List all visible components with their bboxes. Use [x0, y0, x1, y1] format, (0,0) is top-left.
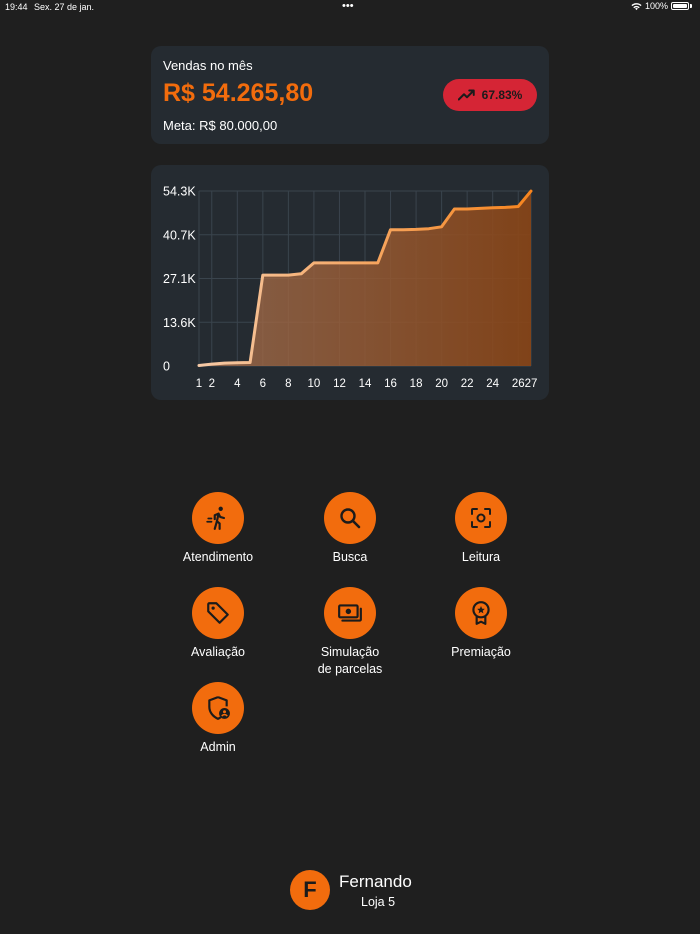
x-tick-label: 22	[461, 378, 474, 390]
menu-item-premiacao[interactable]: Premiação	[421, 587, 541, 661]
menu-label: Avaliação	[191, 645, 245, 659]
growth-badge: 67.83%	[443, 79, 537, 111]
user-avatar[interactable]: F	[290, 870, 330, 910]
x-tick-label: 18	[410, 378, 423, 390]
x-tick-label: 20	[435, 378, 448, 390]
menu-item-admin[interactable]: Admin	[158, 682, 278, 756]
user-name: Fernando	[339, 872, 412, 891]
growth-value: 67.83%	[481, 88, 523, 102]
x-tick-label: 2	[209, 378, 215, 390]
x-tick-label: 26	[512, 378, 525, 390]
menu-label: Leitura	[461, 550, 501, 564]
battery-percentage: 100%	[644, 1, 668, 11]
search-icon	[340, 508, 361, 529]
menu-item-avaliacao[interactable]: Avaliação	[158, 587, 278, 661]
x-tick-label: 1	[196, 378, 202, 390]
menu-item-leitura[interactable]: Leitura	[421, 492, 541, 566]
sales-summary-card: Vendas no mês R$ 54.265,80 Meta: R$ 80.0…	[151, 46, 549, 144]
x-tick-label: 8	[285, 378, 291, 390]
premiacao-button[interactable]	[455, 587, 507, 639]
menu-label: Busca	[332, 550, 368, 564]
sales-goal: Meta: R$ 80.000,00	[163, 118, 278, 133]
x-tick-label: 6	[260, 378, 266, 390]
menu-label: Premiação	[451, 645, 511, 659]
tag-icon	[207, 602, 229, 624]
menu-label: Atendimento	[182, 550, 254, 564]
x-tick-label: 27	[525, 378, 538, 390]
x-tick-label: 14	[359, 378, 372, 390]
simulacao-button[interactable]	[324, 587, 376, 639]
battery-icon	[671, 2, 689, 10]
menu-item-simulacao[interactable]: Simulação de parcelas	[290, 587, 410, 678]
menu-label: Simulação de parcelas	[317, 645, 383, 676]
menu-label: Admin	[200, 740, 236, 754]
sales-value: R$ 54.265,80	[163, 79, 314, 107]
menu-item-atendimento[interactable]: Atendimento	[158, 492, 278, 566]
money-icon	[338, 604, 362, 622]
multitasking-dots[interactable]: •••	[342, 0, 354, 12]
award-icon	[472, 601, 490, 625]
battery-cap	[690, 4, 692, 8]
y-tick-label: 13.6K	[163, 316, 196, 330]
atendimento-button[interactable]	[192, 492, 244, 544]
status-date: Sex. 27 de jan.	[34, 2, 95, 12]
x-tick-label: 4	[234, 378, 241, 390]
busca-button[interactable]	[324, 492, 376, 544]
status-indicators: 100%	[631, 1, 692, 11]
status-time: 19:44	[5, 2, 28, 12]
x-tick-label: 12	[333, 378, 346, 390]
scan-icon	[471, 508, 491, 528]
y-tick-label: 0	[163, 360, 170, 374]
y-tick-label: 40.7K	[163, 228, 196, 242]
trending-up-icon	[457, 89, 475, 101]
sales-area-chart: 1 2 4 6 8 10 12 14 16 18 20 22 24 26 27013.6K27.1K40.7…	[163, 185, 538, 391]
admin-button[interactable]	[192, 682, 244, 734]
sales-label: Vendas no mês	[163, 58, 253, 73]
x-tick-label: 16	[384, 378, 397, 390]
admin-shield-icon	[208, 696, 230, 720]
avaliacao-button[interactable]	[192, 587, 244, 639]
user-store: Loja 5	[361, 895, 396, 909]
y-tick-label: 54.3K	[163, 185, 196, 199]
x-tick-label: 10	[308, 378, 321, 390]
status-bar: 19:44 Sex. 27 de jan. ••• 100%	[0, 0, 700, 14]
sales-chart-card: 1 2 4 6 8 10 12 14 16 18 20 22 24 26 27 0 13.6K 27.1K 40.7…	[151, 165, 549, 400]
wifi-icon	[631, 2, 642, 10]
y-tick-label: 27.1K	[163, 272, 196, 286]
leitura-button[interactable]	[455, 492, 507, 544]
running-person-icon	[206, 506, 226, 530]
menu-item-busca[interactable]: Busca	[290, 492, 410, 566]
x-tick-label: 24	[486, 378, 499, 390]
